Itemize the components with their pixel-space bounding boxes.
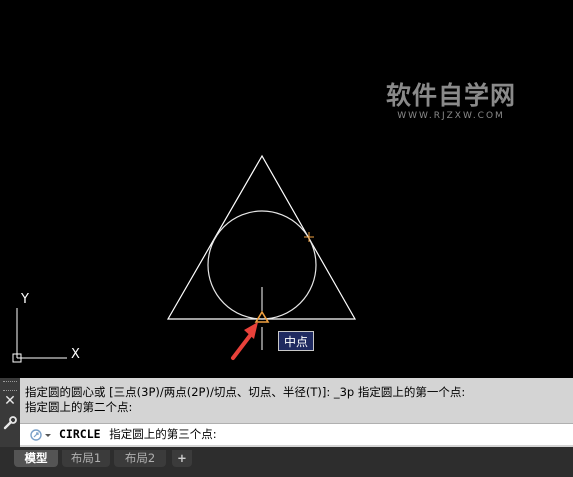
- tab-layout2[interactable]: 布局2: [114, 450, 166, 467]
- command-panel: ✕ 指定圆的圆心或 [三点(3P)/两点(2P)/切点、切点、半径(T)]: _…: [0, 378, 573, 447]
- command-panel-sidebar: ✕: [0, 378, 20, 447]
- command-history: 指定圆的圆心或 [三点(3P)/两点(2P)/切点、切点、半径(T)]: _3p…: [25, 385, 570, 415]
- watermark-title: 软件自学网: [385, 81, 516, 110]
- history-line: 指定圆上的第二个点:: [25, 400, 133, 414]
- command-prompt-text: 指定圆上的第三个点:: [109, 427, 217, 441]
- add-layout-button[interactable]: +: [172, 450, 192, 467]
- command-prompt: CIRCLE 指定圆上的第三个点:: [59, 427, 217, 442]
- ucs-icon: [12, 308, 67, 363]
- drawing-canvas[interactable]: Y X 软件自学网 WWW.RJZXW.COM 中点: [0, 0, 573, 378]
- tab-model[interactable]: 模型: [14, 450, 58, 467]
- panel-grip-handle[interactable]: [3, 381, 17, 391]
- snap-tooltip: 中点: [278, 331, 315, 351]
- close-icon[interactable]: ✕: [2, 393, 18, 409]
- pointer-arrow-icon: [231, 322, 258, 360]
- layout-tab-bar: 模型 布局1 布局2 +: [0, 447, 573, 477]
- watermark-url: WWW.RJZXW.COM: [397, 111, 505, 121]
- history-line: 指定圆的圆心或 [三点(3P)/两点(2P)/切点、切点、半径(T)]: _3p…: [25, 385, 466, 399]
- command-customize-icon[interactable]: [28, 427, 54, 443]
- command-line-input[interactable]: CIRCLE 指定圆上的第三个点:: [20, 423, 573, 445]
- watermark-logo: 软件自学网 WWW.RJZXW.COM: [381, 81, 521, 122]
- autocad-window: Y X 软件自学网 WWW.RJZXW.COM 中点 ✕ 指定圆的圆心或 [三点…: [0, 0, 573, 477]
- tab-layout1[interactable]: 布局1: [62, 450, 110, 467]
- wrench-icon[interactable]: [2, 415, 18, 431]
- midpoint-snap-icon: [254, 310, 270, 323]
- ucs-x-label: X: [71, 347, 80, 362]
- ucs-y-label: Y: [20, 292, 29, 307]
- command-name: CIRCLE: [59, 427, 101, 441]
- drawing-svg: Y X: [12, 154, 357, 363]
